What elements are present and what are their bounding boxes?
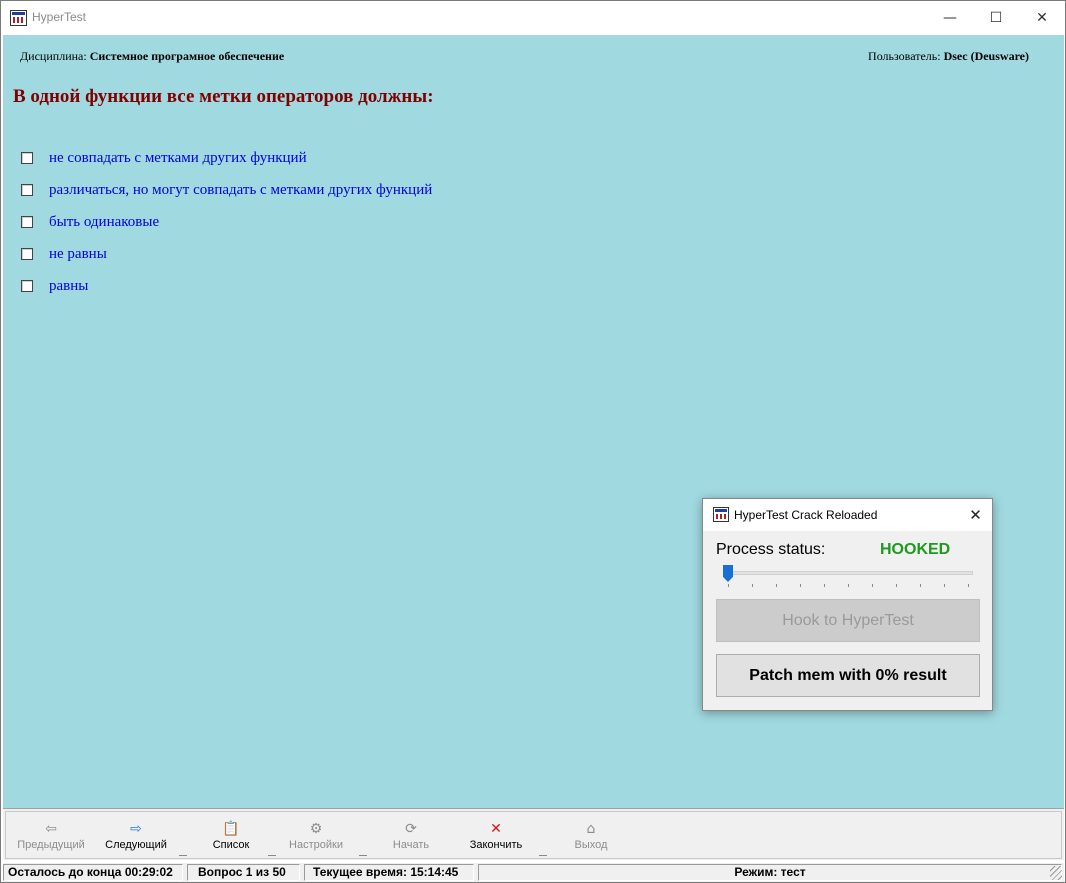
answer-option[interactable]: различаться, но могут совпадать с меткам… — [21, 181, 432, 213]
dialog-title: HyperTest Crack Reloaded — [734, 508, 878, 522]
answer-checkbox[interactable] — [21, 184, 33, 196]
slider-tick — [752, 584, 753, 587]
answer-label[interactable]: не равны — [49, 245, 107, 263]
answer-option[interactable]: не совпадать с метками других функций — [21, 149, 432, 181]
start-label: Начать — [392, 839, 430, 851]
user-value: Dsec (Deusware) — [943, 49, 1029, 63]
user-info: Пользователь: Dsec (Deusware) — [868, 49, 1029, 64]
toolbar-separator — [268, 855, 276, 856]
slider-tick — [776, 584, 777, 587]
stop-icon: ✕ — [490, 821, 502, 837]
toolbar-separator — [539, 855, 547, 856]
answer-label[interactable]: не совпадать с метками других функций — [49, 149, 307, 167]
navigation-toolbar: ⇦ Предыдущий ⇨ Следующий 📋 Список ⚙ Наст… — [3, 808, 1064, 860]
settings-label: Настройки — [289, 839, 343, 851]
answer-option[interactable]: быть одинаковые — [21, 213, 432, 245]
finish-button[interactable]: ✕ Закончить — [456, 819, 536, 859]
close-button[interactable]: ✕ — [1019, 1, 1065, 35]
answer-checkbox[interactable] — [21, 248, 33, 260]
slider-tick — [896, 584, 897, 587]
mode-indicator: Режим: тест — [478, 864, 1062, 881]
previous-button[interactable]: ⇦ Предыдущий — [11, 819, 91, 859]
list-button[interactable]: 📋 Список — [191, 819, 271, 859]
slider-tick — [824, 584, 825, 587]
slider-tick — [848, 584, 849, 587]
discipline-info: Дисциплина: Системное програмное обеспеч… — [20, 49, 284, 64]
question-counter: Вопрос 1 из 50 — [187, 864, 300, 881]
slider-tick — [944, 584, 945, 587]
list-label: Список — [212, 839, 250, 851]
finish-label: Закончить — [469, 839, 523, 851]
dialog-app-icon — [713, 507, 729, 522]
patch-mem-button[interactable]: Patch mem with 0% result — [716, 654, 980, 697]
hypertest-window: HyperTest — ☐ ✕ Дисциплина: Системное пр… — [0, 0, 1066, 883]
answer-checkbox[interactable] — [21, 152, 33, 164]
arrow-right-icon: ⇨ — [130, 821, 142, 837]
slider-tick — [968, 584, 969, 587]
start-button[interactable]: ⟳ Начать — [371, 819, 451, 859]
time-left: Осталось до конца 00:29:02 — [3, 864, 183, 881]
slider-tick — [728, 584, 729, 587]
close-icon: ✕ — [969, 506, 982, 524]
maximize-button[interactable]: ☐ — [973, 1, 1019, 35]
arrow-left-icon: ⇦ — [45, 821, 57, 837]
exit-button[interactable]: ⌂ Выход — [551, 819, 631, 859]
question-text: В одной функции все метки операторов дол… — [13, 86, 434, 107]
close-icon: ✕ — [1036, 10, 1048, 26]
slider-tick — [872, 584, 873, 587]
home-icon: ⌂ — [586, 821, 596, 837]
dialog-close-button[interactable]: ✕ — [959, 499, 992, 531]
progress-slider[interactable] — [723, 565, 973, 587]
minimize-button[interactable]: — — [927, 1, 973, 35]
app-icon — [10, 10, 27, 26]
slider-thumb[interactable] — [723, 565, 733, 582]
settings-button[interactable]: ⚙ Настройки — [276, 819, 356, 859]
title-bar[interactable]: HyperTest — ☐ ✕ — [1, 1, 1065, 35]
discipline-value: Системное програмное обеспечение — [89, 49, 285, 63]
status-bar: Осталось до конца 00:29:02 Вопрос 1 из 5… — [3, 863, 1064, 882]
crack-dialog: HyperTest Crack Reloaded ✕ Process statu… — [702, 498, 993, 711]
user-label: Пользователь: — [868, 49, 941, 63]
answer-checkbox[interactable] — [21, 280, 33, 292]
minimize-icon: — — [943, 10, 957, 26]
discipline-label: Дисциплина: — [20, 49, 87, 63]
previous-label: Предыдущий — [17, 839, 85, 851]
maximize-icon: ☐ — [989, 10, 1003, 26]
answer-option[interactable]: не равны — [21, 245, 432, 277]
answer-label[interactable]: быть одинаковые — [49, 213, 159, 231]
toolbar-separator — [179, 855, 187, 856]
current-time: Текущее время: 15:14:45 — [304, 864, 474, 881]
hook-button[interactable]: Hook to HyperTest — [716, 599, 980, 642]
next-label: Следующий — [105, 839, 167, 851]
start-icon: ⟳ — [405, 821, 417, 837]
answer-checkbox[interactable] — [21, 216, 33, 228]
answer-option[interactable]: равны — [21, 277, 432, 309]
list-icon: 📋 — [222, 821, 240, 837]
slider-track — [723, 571, 973, 575]
toolbar-separator — [359, 855, 367, 856]
process-status-label: Process status: — [716, 541, 826, 558]
slider-tick — [920, 584, 921, 587]
next-button[interactable]: ⇨ Следующий — [96, 819, 176, 859]
slider-tick — [800, 584, 801, 587]
answer-list: не совпадать с метками других функций ра… — [21, 149, 432, 309]
window-title: HyperTest — [32, 10, 87, 24]
process-status-value: HOOKED — [880, 541, 951, 558]
resize-grip[interactable] — [1050, 866, 1062, 880]
answer-label[interactable]: различаться, но могут совпадать с меткам… — [49, 181, 432, 199]
exit-label: Выход — [574, 839, 608, 851]
answer-label[interactable]: равны — [49, 277, 88, 295]
settings-icon: ⚙ — [309, 821, 323, 837]
dialog-title-bar[interactable]: HyperTest Crack Reloaded ✕ — [703, 499, 992, 531]
